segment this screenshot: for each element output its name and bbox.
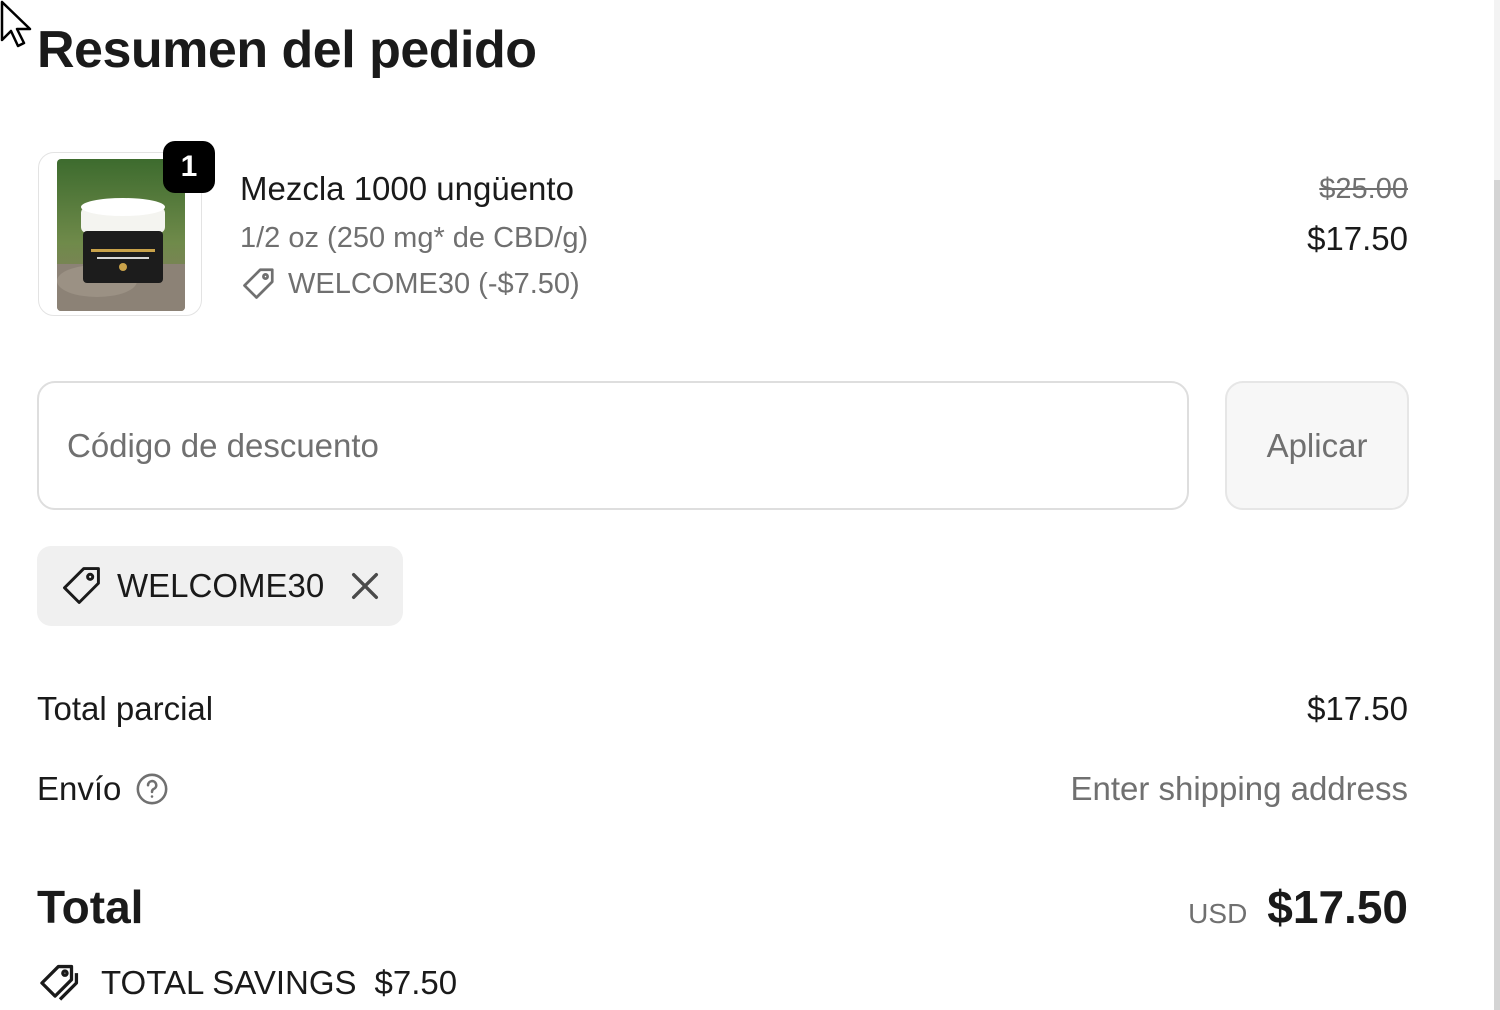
quantity-badge: 1 [163, 141, 215, 193]
discount-code-input[interactable] [37, 381, 1189, 510]
mouse-cursor-icon [0, 0, 32, 48]
total-label: Total [37, 881, 144, 933]
total-savings-label: TOTAL SAVINGS [101, 964, 357, 1001]
product-variant: 1/2 oz (250 mg* de CBD/g) [240, 222, 589, 254]
total-savings: TOTAL SAVINGS $7.50 [37, 962, 457, 1004]
help-icon[interactable] [135, 772, 169, 806]
final-price: $17.50 [1307, 220, 1408, 257]
applied-discount-code: WELCOME30 [117, 567, 325, 604]
tags-icon [40, 964, 79, 1001]
item-discount-label: WELCOME30 (-$7.50) [288, 267, 580, 300]
close-icon [352, 572, 379, 600]
shipping-row-label: Envío [37, 770, 169, 808]
total-value-group: USD $17.50 [1188, 880, 1408, 934]
product-name: Mezcla 1000 ungüento [240, 170, 574, 207]
original-price: $25.00 [1319, 173, 1408, 205]
page-title: Resumen del pedido [37, 21, 537, 79]
shipping-value: Enter shipping address [1070, 770, 1408, 807]
subtotal-value: $17.50 [1307, 690, 1408, 727]
scrollbar-thumb[interactable] [1494, 180, 1500, 1010]
total-amount: $17.50 [1267, 881, 1408, 933]
subtotal-label: Total parcial [37, 690, 214, 727]
tag-icon [63, 567, 100, 604]
currency-code: USD [1188, 898, 1248, 929]
tag-icon [243, 268, 274, 299]
applied-discount-chip: WELCOME30 [37, 546, 403, 626]
remove-discount-button[interactable] [348, 569, 382, 603]
total-savings-amount: $7.50 [374, 964, 458, 1001]
apply-button[interactable]: Aplicar [1225, 381, 1409, 510]
item-discount: WELCOME30 (-$7.50) [240, 266, 580, 302]
shipping-label: Envío [37, 770, 122, 807]
